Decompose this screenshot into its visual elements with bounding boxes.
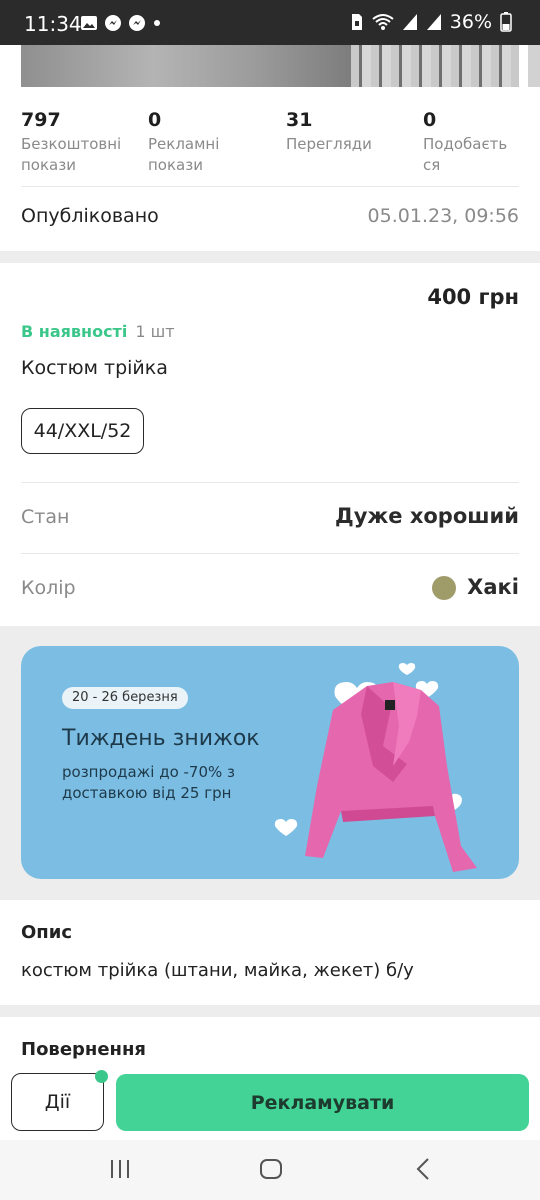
signal-icon [426, 14, 441, 30]
wifi-icon [372, 14, 394, 30]
status-bar: 11:34 36% [0, 0, 540, 45]
divider [21, 553, 519, 554]
messenger-icon [105, 15, 121, 31]
color-value: Хакі [467, 575, 519, 599]
size-chip: 44/XXL/52 [21, 408, 144, 454]
published-label: Опубліковано [21, 205, 159, 227]
listing-photo[interactable] [351, 45, 519, 87]
messenger-icon [129, 15, 145, 31]
listing-photo[interactable] [21, 45, 351, 87]
stat-free-impressions: 797 Безкоштовні покази [21, 108, 121, 176]
listing-title: Костюм трійка [21, 357, 168, 379]
gallery-icon [81, 16, 97, 30]
notification-icons [80, 14, 162, 32]
divider [21, 482, 519, 483]
color-swatch [432, 576, 456, 600]
signal-icon [402, 14, 417, 30]
availability-quantity: 1 шт [135, 322, 175, 341]
notification-dot [95, 1070, 108, 1083]
stat-value: 0 [423, 109, 437, 131]
stat-likes: 0 Подобаєть ся [423, 108, 507, 176]
section-gap [0, 251, 540, 263]
jacket-illustration [274, 663, 477, 872]
system-nav-bar [0, 1140, 540, 1200]
description-text: костюм трійка (штани, майка, жекет) б/у [21, 960, 414, 981]
listing-photo[interactable] [528, 45, 540, 87]
recent-apps-icon[interactable] [108, 1157, 132, 1181]
actions-button[interactable]: Дії [11, 1073, 104, 1131]
stat-label: Подобаєть ся [423, 135, 508, 174]
back-icon[interactable] [412, 1157, 436, 1181]
stat-value: 31 [286, 109, 313, 131]
description-title: Опис [21, 922, 73, 943]
stat-value: 0 [148, 109, 162, 131]
availability-label: В наявності [21, 322, 128, 341]
condition-label: Стан [21, 506, 70, 528]
color-label: Колір [21, 577, 76, 599]
divider [21, 186, 519, 187]
stat-value: 797 [21, 109, 61, 131]
status-time: 11:34 [24, 12, 82, 36]
sim-icon [351, 14, 362, 30]
stat-label: Рекламні покази [148, 135, 220, 174]
battery-percent: 36% [449, 11, 492, 33]
promo-banner[interactable]: 20 - 26 березня Тиждень знижок розпродаж… [21, 646, 519, 879]
returns-title: Повернення [21, 1039, 146, 1060]
condition-value: Дуже хороший [334, 504, 519, 528]
stat-views: 31 Перегляди [286, 108, 372, 155]
stat-label: Безкоштовні покази [21, 135, 122, 174]
published-date: 05.01.23, 09:56 [367, 205, 519, 227]
listing-stats: 797 Безкоштовні покази 0 Рекламні покази 3… [21, 108, 521, 178]
home-icon[interactable] [258, 1156, 284, 1182]
stat-label: Перегляди [286, 135, 372, 153]
battery-icon [500, 12, 512, 32]
promote-button[interactable]: Рекламувати [116, 1074, 529, 1131]
dot-icon [154, 20, 160, 26]
section-gap [0, 1005, 540, 1017]
listing-price: 400 грн [427, 285, 519, 309]
stat-ad-impressions: 0 Рекламні покази [148, 108, 219, 176]
availability-status: В наявності 1 шт [21, 322, 175, 341]
listing-photo-strip[interactable] [21, 45, 519, 87]
